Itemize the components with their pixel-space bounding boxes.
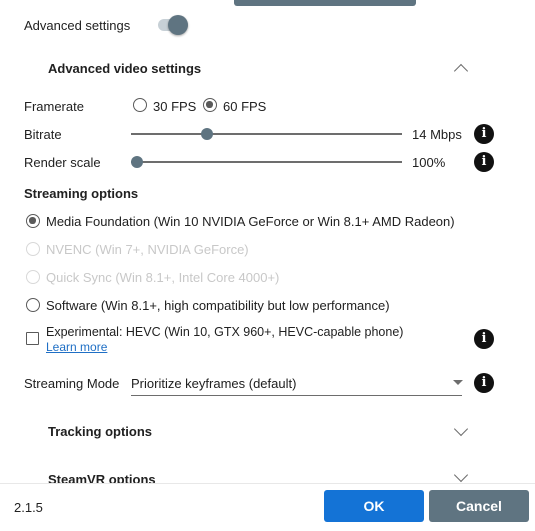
bitrate-value: 14 Mbps	[412, 127, 462, 142]
tracking-options-header[interactable]: Tracking options	[48, 424, 152, 439]
experimental-hevc-checkbox[interactable]	[26, 332, 39, 345]
framerate-30-radio[interactable]	[133, 98, 147, 112]
render-scale-label: Render scale	[24, 155, 101, 170]
advanced-settings-toggle-thumb[interactable]	[168, 15, 188, 35]
bitrate-info-icon[interactable]: i	[474, 124, 494, 144]
learn-more-link[interactable]: Learn more	[46, 340, 107, 354]
advanced-settings-label: Advanced settings	[24, 18, 131, 33]
media-foundation-radio[interactable]	[26, 214, 40, 228]
render-scale-info-icon[interactable]: i	[474, 152, 494, 172]
framerate-30-label[interactable]: 30 FPS	[153, 99, 196, 114]
render-scale-slider-thumb[interactable]	[131, 156, 143, 168]
quick-sync-label: Quick Sync (Win 8.1+, Intel Core 4000+)	[46, 270, 280, 285]
render-scale-slider-track[interactable]	[131, 161, 402, 163]
advanced-video-settings-header[interactable]: Advanced video settings	[48, 61, 201, 76]
ok-button[interactable]: OK	[324, 490, 424, 522]
version-label: 2.1.5	[14, 500, 43, 515]
media-foundation-label[interactable]: Media Foundation (Win 10 NVIDIA GeForce …	[46, 214, 455, 229]
experimental-info-icon[interactable]: i	[474, 329, 494, 349]
streaming-mode-info-icon[interactable]: i	[474, 373, 494, 393]
streaming-options-title: Streaming options	[24, 186, 139, 201]
streaming-mode-label: Streaming Mode	[24, 376, 120, 391]
experimental-hevc-label[interactable]: Experimental: HEVC (Win 10, GTX 960+, HE…	[46, 325, 403, 339]
dropdown-caret-icon[interactable]	[453, 380, 463, 385]
quick-sync-radio	[26, 270, 40, 284]
framerate-label: Framerate	[24, 99, 84, 114]
chevron-down-icon[interactable]	[453, 421, 469, 437]
software-label[interactable]: Software (Win 8.1+, high compatibility b…	[46, 298, 390, 313]
nvenc-radio	[26, 242, 40, 256]
streaming-mode-underline	[131, 395, 462, 396]
chevron-down-icon[interactable]	[453, 467, 469, 483]
streaming-mode-select[interactable]: Prioritize keyframes (default)	[131, 376, 296, 391]
nvenc-label: NVENC (Win 7+, NVIDIA GeForce)	[46, 242, 249, 257]
cancel-button[interactable]: Cancel	[429, 490, 529, 522]
render-scale-value: 100%	[412, 155, 446, 170]
top-partial-bar	[234, 0, 416, 6]
bitrate-label: Bitrate	[24, 127, 62, 142]
framerate-60-label[interactable]: 60 FPS	[223, 99, 266, 114]
bitrate-slider-thumb[interactable]	[200, 128, 213, 140]
footer-divider	[0, 483, 535, 484]
software-radio[interactable]	[26, 298, 40, 312]
framerate-60-radio[interactable]	[203, 98, 217, 112]
chevron-up-icon[interactable]	[453, 63, 469, 79]
bitrate-slider-track[interactable]	[131, 133, 402, 135]
